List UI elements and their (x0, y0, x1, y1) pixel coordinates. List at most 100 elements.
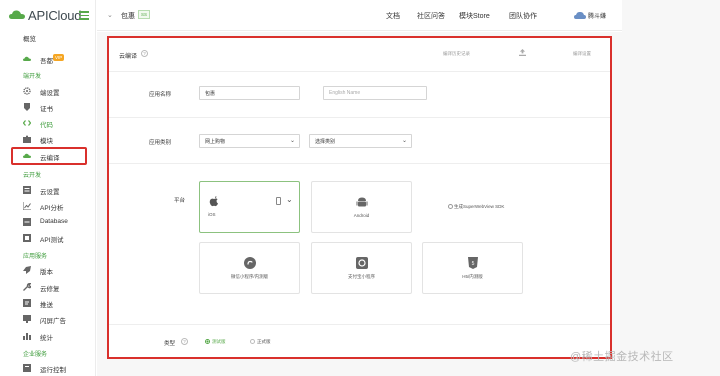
menu-icon[interactable] (79, 11, 89, 20)
database-icon (23, 218, 31, 226)
platform-card-h5[interactable]: 5 H5/内测版 (422, 242, 523, 294)
vip-badge: VIP (53, 54, 65, 61)
app-tag: SS (138, 10, 151, 19)
sidebar-item-push[interactable]: 推送 (0, 295, 96, 311)
sidebar-item-code[interactable]: 代码 (0, 115, 96, 131)
platform-label-h5: H5/内测版 (462, 274, 483, 279)
divider (109, 324, 610, 325)
app-name: 吾都 (40, 58, 53, 65)
svg-text:5: 5 (472, 261, 475, 267)
platform-card-ios[interactable]: iOS ⌄ (199, 181, 300, 233)
sidebar-item-run-control[interactable]: 运行控制 (0, 360, 96, 376)
sidebar-item-version[interactable]: 版本 (0, 262, 96, 278)
top-header: ⌄ 包惠 SS 文档 社区问答 模块Store 团队协作 腾斗嫌 (97, 0, 622, 31)
sidebar-item-certificate[interactable]: 证书 (0, 99, 96, 115)
platform-card-alipay[interactable]: 支付宝小程序 (311, 242, 412, 294)
sidebar-item-label: 模块 (40, 138, 53, 145)
section-services: 应用服务 (23, 254, 48, 260)
help-icon[interactable]: ? (141, 50, 148, 57)
chevron-down-icon[interactable]: ⌄ (286, 195, 293, 204)
divider (109, 163, 610, 164)
platform-label-android: Android (353, 213, 370, 218)
phone-icon (276, 197, 281, 205)
sidebar-item-label: 证书 (40, 106, 53, 113)
cloud-icon (23, 56, 31, 61)
sidebar-item-label: 代码 (40, 122, 53, 129)
current-app[interactable]: 包惠 (121, 11, 135, 21)
sidebar-item-label: 运行控制 (40, 367, 66, 374)
sidebar-app[interactable]: 吾都 VIP (0, 51, 96, 67)
radio-test-version[interactable]: 测试版 (205, 339, 226, 345)
chevron-down-icon[interactable]: ⌄ (107, 11, 113, 19)
upload-icon[interactable] (519, 49, 526, 56)
sidebar-item-settings[interactable]: 端设置 (0, 83, 96, 99)
checkbox[interactable] (448, 204, 453, 210)
brand-name: APICloud (28, 8, 82, 23)
certificate-icon (24, 103, 30, 111)
nav-docs[interactable]: 文档 (386, 11, 400, 21)
sidebar-item-api-analysis[interactable]: API分析 (0, 198, 96, 214)
help-icon[interactable]: ? (181, 338, 188, 345)
ad-icon (23, 315, 31, 323)
highlight-box (11, 147, 87, 165)
sidebar-item-splash-ad[interactable]: 闪屏广告 (0, 311, 96, 327)
platform-label-wechat: 微信小程序/内测版 (230, 274, 269, 279)
radio-release-version[interactable]: 正式版 (250, 339, 271, 345)
platform-card-wechat[interactable]: 微信小程序/内测版 (199, 242, 300, 294)
compile-settings-link[interactable]: 编译设置 (573, 51, 591, 57)
sidebar-item-label: 云设置 (40, 189, 60, 196)
sidebar-overview[interactable]: 概览 (23, 33, 36, 43)
platform-label-ios: iOS (208, 212, 216, 217)
app-name-input[interactable]: 包惠 (199, 86, 300, 100)
radio-dot (205, 339, 210, 345)
history-link[interactable]: 编译历史记录 (443, 51, 470, 57)
sidebar-item-label: 端设置 (40, 90, 60, 97)
radio-label: 正式版 (257, 339, 271, 344)
platform-card-android[interactable]: Android (311, 181, 412, 233)
platform-label: 平台 (174, 198, 186, 204)
radio-label: 测试版 (212, 339, 226, 344)
nav-community[interactable]: 社区问答 (417, 11, 445, 21)
app-window: APICloud 概览 吾都 VIP 端开发 端设置 证书 代码 模块 云编译 … (0, 0, 720, 376)
sidebar-item-database[interactable]: Database (0, 214, 96, 230)
sidebar-item-cloud-fix[interactable]: 云修复 (0, 279, 96, 295)
code-icon (23, 120, 31, 126)
logo[interactable]: APICloud (0, 0, 96, 32)
rocket-icon (23, 266, 31, 274)
category-label: 应用类别 (149, 140, 172, 146)
puzzle-icon (23, 135, 31, 143)
sidebar: APICloud 概览 吾都 VIP 端开发 端设置 证书 代码 模块 云编译 … (0, 0, 96, 376)
sidebar-item-label: API测试 (40, 237, 64, 244)
chevron-down-icon: ⌄ (401, 138, 407, 144)
sidebar-item-module[interactable]: 模块 (0, 131, 96, 147)
type-label: 类型 (164, 341, 176, 347)
android-icon (356, 197, 368, 207)
sidebar-item-label: 版本 (40, 269, 53, 276)
platform-label-alipay: 支付宝小程序 (348, 274, 375, 279)
sidebar-item-label: 闪屏广告 (40, 318, 66, 325)
sidebar-item-stats[interactable]: 统计 (0, 328, 96, 344)
user-name[interactable]: 腾斗嫌 (588, 11, 606, 20)
cloud-compile-panel: 云编译 ? 编译历史记录 编译设置 应用名称 包惠 English Name 应… (107, 36, 612, 359)
radio-dot (250, 339, 255, 345)
sidebar-item-cloud-settings[interactable]: 云设置 (0, 182, 96, 198)
wrench-icon (23, 283, 31, 291)
category-value: 网上购物 (205, 139, 226, 145)
control-icon (23, 364, 31, 372)
stats-icon (23, 333, 31, 340)
watermark: @稀土掘金技术社区 (570, 351, 674, 363)
nav-module-store[interactable]: 模块Store (459, 11, 490, 21)
nav-team[interactable]: 团队协作 (509, 11, 537, 21)
sdk-label: 生成SuperWebView SDK (454, 204, 505, 209)
subcategory-select[interactable]: 选择类别 ⌄ (309, 134, 412, 148)
english-name-input[interactable]: English Name (323, 86, 427, 100)
category-select[interactable]: 网上购物 ⌄ (199, 134, 300, 148)
app-name-label: 应用名称 (149, 92, 172, 98)
avatar[interactable] (574, 11, 586, 19)
section-cloud: 云开发 (23, 173, 42, 179)
section-develop: 端开发 (23, 74, 42, 80)
gear-icon (23, 87, 31, 95)
sidebar-item-api-test[interactable]: API测试 (0, 230, 96, 246)
sidebar-item-label: Database (40, 218, 68, 225)
sdk-option[interactable]: 生成SuperWebView SDK (448, 204, 504, 210)
